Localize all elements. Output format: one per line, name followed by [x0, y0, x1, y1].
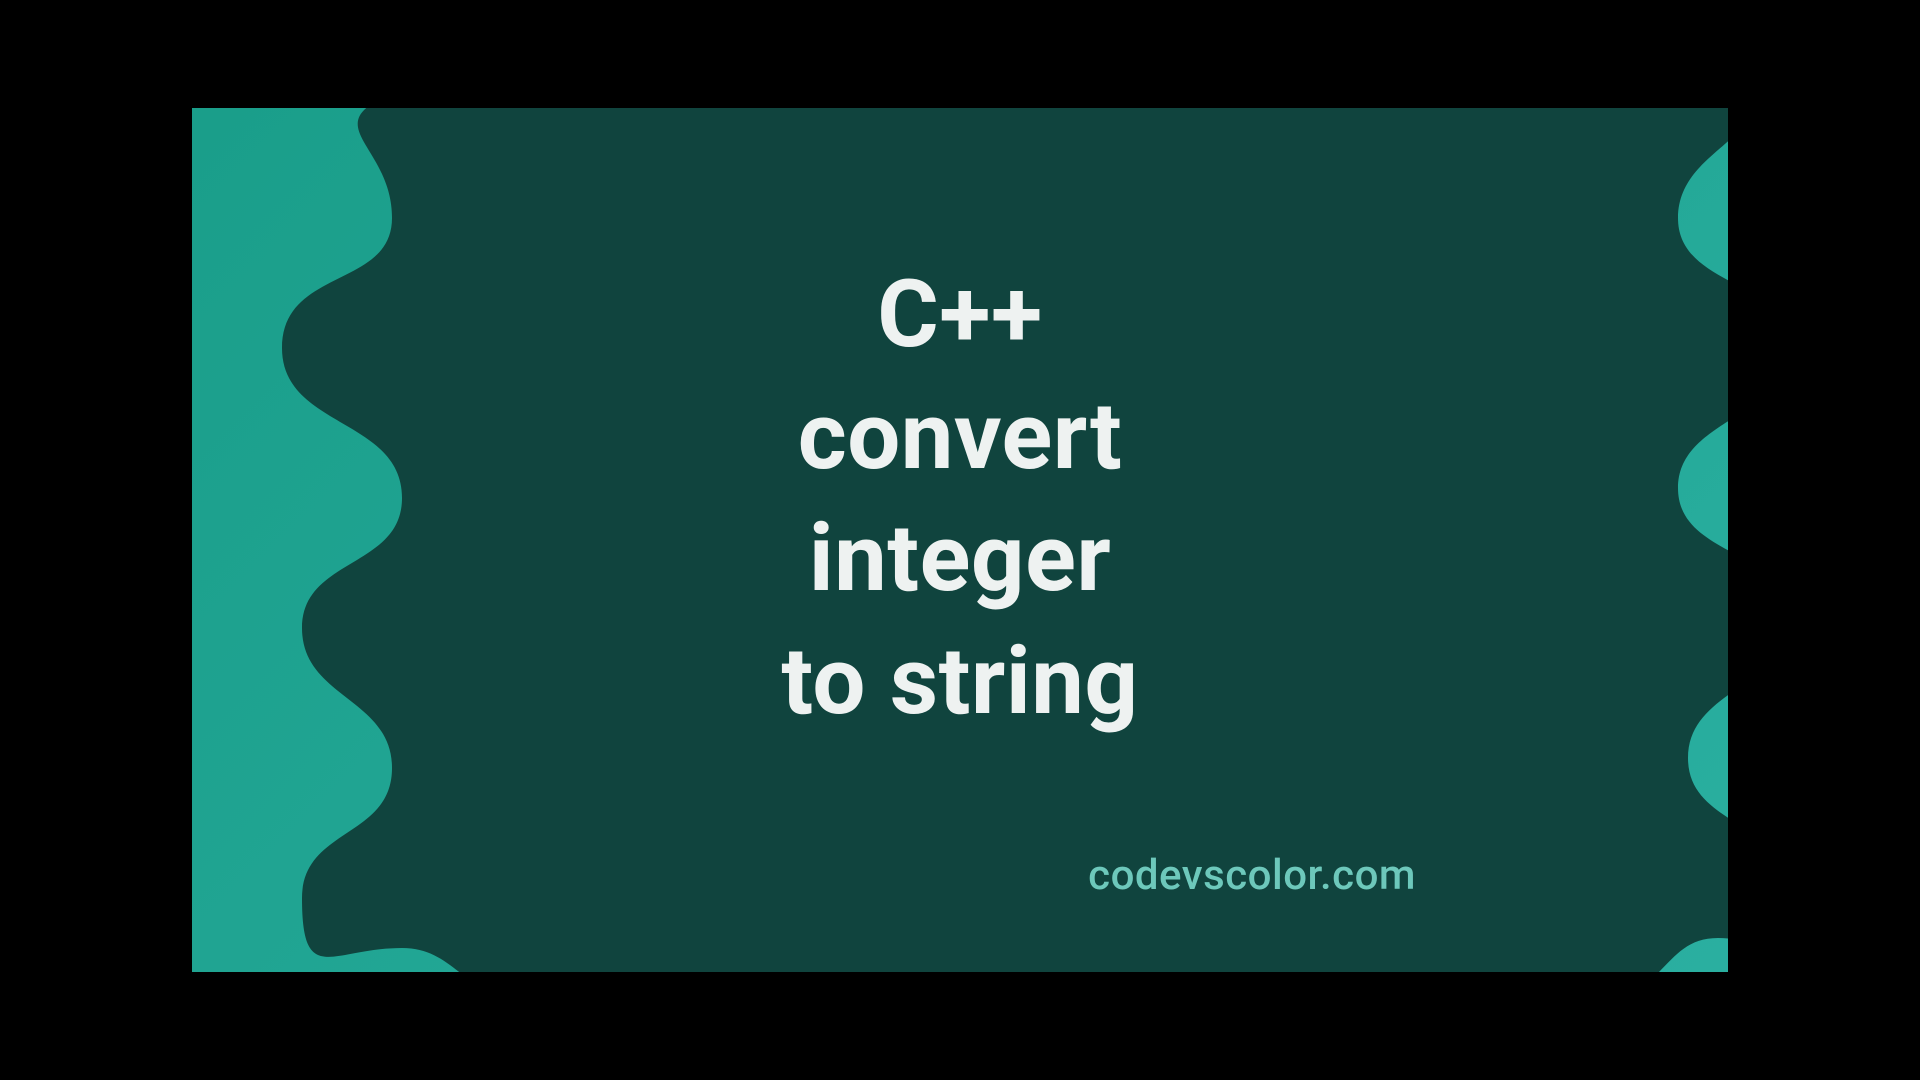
page-stage: C++ convert integer to string codevscolo…	[0, 0, 1920, 1080]
banner-card: C++ convert integer to string codevscolo…	[192, 108, 1728, 972]
site-label: codevscolor.com	[1088, 851, 1416, 900]
banner-title: C++ convert integer to string	[192, 253, 1728, 742]
